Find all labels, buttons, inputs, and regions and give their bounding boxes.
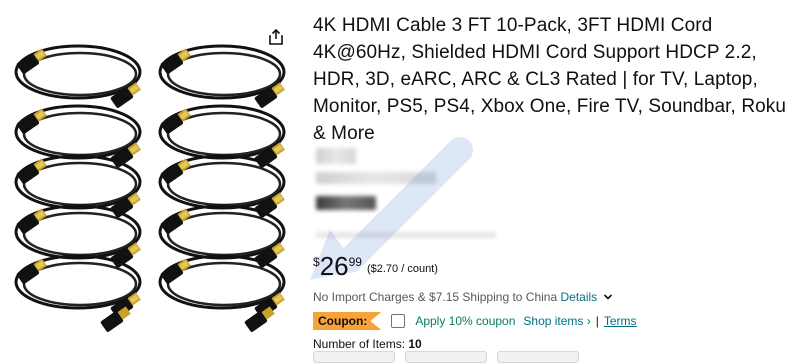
apply-coupon-label[interactable]: Apply 10% coupon (415, 314, 515, 328)
price-symbol: $ (313, 255, 320, 269)
coupon-row: Coupon: Apply 10% coupon Shop items › | … (313, 312, 637, 330)
product-info: 4K HDMI Cable 3 FT 10-Pack, 3FT HDMI Cor… (313, 12, 793, 147)
terms-link[interactable]: Terms (604, 314, 637, 328)
items-label: Number of Items: (313, 337, 406, 351)
price-block: $ 26 99 ($2.70 / count) (313, 252, 438, 280)
coupon-badge: Coupon: (313, 312, 382, 330)
details-label: Details (560, 290, 598, 304)
variant-option-1[interactable] (313, 351, 395, 363)
obscured-rating-line (316, 172, 436, 184)
price-per-unit: ($2.70 / count) (366, 263, 438, 275)
share-button[interactable] (266, 26, 286, 48)
number-of-items: Number of Items: 10 (313, 337, 422, 351)
coupon-separator: | (595, 314, 599, 328)
price-fraction: 99 (348, 255, 362, 269)
items-value: 10 (408, 337, 422, 351)
variant-option-2[interactable] (405, 351, 487, 363)
shipping-text: No Import Charges & $7.15 Shipping to Ch… (313, 290, 558, 304)
product-title: 4K HDMI Cable 3 FT 10-Pack, 3FT HDMI Cor… (313, 15, 787, 144)
obscured-brand-line (316, 148, 356, 164)
shipping-info: No Import Charges & $7.15 Shipping to Ch… (313, 290, 613, 304)
hdmi-cables-10-pack-image (14, 44, 288, 332)
obscured-divider (316, 232, 496, 238)
shipping-details-link[interactable]: Details (561, 290, 613, 304)
shop-items-link[interactable]: Shop items › (523, 314, 590, 328)
product-image[interactable] (0, 22, 300, 356)
coupon-checkbox[interactable] (391, 314, 406, 328)
chevron-down-icon (603, 294, 612, 300)
share-icon (269, 28, 283, 45)
obscured-badge (316, 196, 376, 210)
price-whole: 26 (319, 251, 349, 281)
variant-option-3[interactable] (497, 351, 579, 363)
